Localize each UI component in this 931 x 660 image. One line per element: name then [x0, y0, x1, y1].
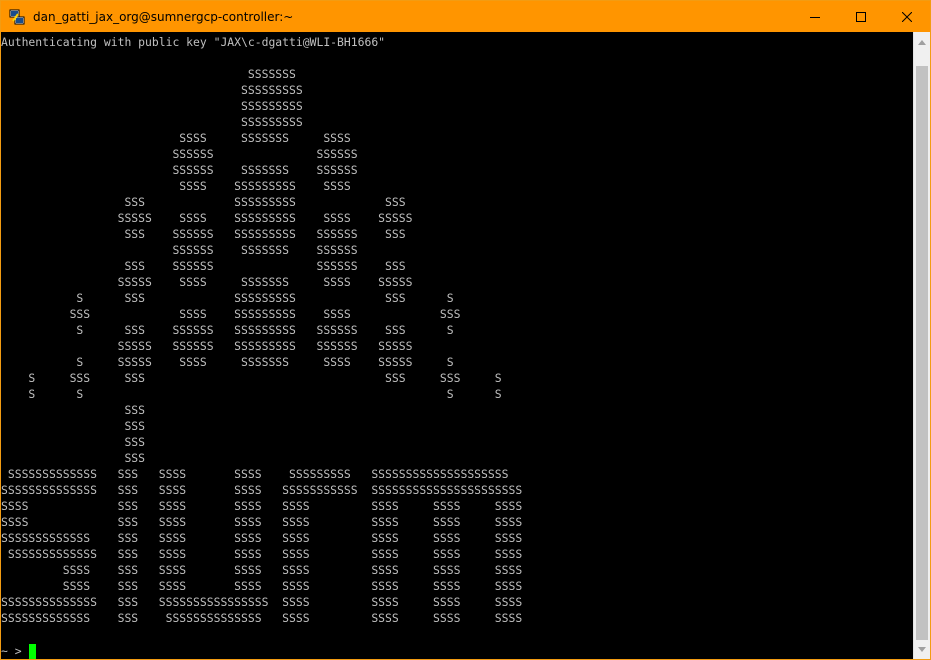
maximize-button[interactable]: [838, 1, 884, 32]
banner-line: S S S S: [28, 387, 502, 401]
banner-line: SSSSSS SSSSSSS SSSSSS: [172, 163, 358, 177]
shell-prompt: ~ >: [1, 644, 29, 658]
banner-line: SSS SSSSSSSSS SSS: [124, 195, 406, 209]
banner-line: SSSSSSSSSSSSS SSS SSSSSSSSSSSSSS SSSS SS…: [1, 611, 523, 625]
window-title: dan_gatti_jax_org@sumnergcp-controller:~: [33, 9, 294, 24]
banner-line: SSSSSSSSSSSSSS SSS SSSS SSSS SSSSSSSSSSS…: [1, 483, 523, 497]
banner-line: S SSSSS SSSS SSSSSSS SSSS SSSSS S: [76, 355, 454, 369]
minimize-icon: [810, 16, 820, 18]
auth-message: Authenticating with public key "JAX\c-dg…: [1, 35, 386, 49]
banner-line: SSSSSS SSSSSS: [172, 147, 358, 161]
banner-line: SSS SSSSSS SSSSSS SSS: [124, 259, 406, 273]
banner-line: SSSSS SSSS SSSSSSS SSSS SSSSS: [117, 275, 413, 289]
banner-line: SSSSS SSSS SSSSSSSSS SSSS SSSSS: [117, 211, 413, 225]
banner-line: SSSS SSSSSSS SSSS: [179, 131, 351, 145]
close-button[interactable]: [884, 1, 930, 32]
scroll-thumb[interactable]: [916, 66, 928, 640]
banner-line: SSSSSSSSSSSSS SSS SSSS SSSS SSSS SSSS SS…: [1, 531, 523, 545]
banner-line: SSS SSSS SSSSSSSSS SSSS SSS: [69, 307, 461, 321]
title-bar[interactable]: dan_gatti_jax_org@sumnergcp-controller:~: [1, 1, 930, 32]
banner-line: S SSS SSS SSS SSS S: [28, 371, 502, 385]
window-controls: [792, 1, 930, 32]
text-cursor: [29, 643, 37, 659]
banner-line: SSSSSSSSSSSSS SSS SSSS SSSS SSSS SSSS SS…: [7, 547, 523, 561]
banner-line: SSS: [124, 451, 146, 465]
banner-line: SSSSS SSSSSS SSSSSSSSS SSSSSS SSSSS: [117, 339, 413, 353]
banner-line: SSSSSSSSS: [241, 115, 303, 129]
banner-line: SSSSSSSSSSSSS SSS SSSS SSSS SSSSSSSSS SS…: [7, 467, 509, 481]
banner-line: SSSS SSSSSSSSS SSSS: [179, 179, 351, 193]
banner-line: SSSS SSS SSSS SSSS SSSS SSSS SSSS SSSS: [62, 563, 523, 577]
banner-line: SSSS SSS SSSS SSSS SSSS SSSS SSSS SSSS: [1, 499, 523, 513]
scroll-up-arrow-icon[interactable]: [914, 34, 930, 51]
banner-line: S SSS SSSSSSSSS SSS S: [76, 291, 454, 305]
banner-line: SSS: [124, 435, 146, 449]
putty-icon[interactable]: [9, 9, 25, 25]
vertical-scrollbar[interactable]: [913, 32, 930, 659]
banner-line: SSS SSSSSS SSSSSSSSS SSSSSS SSS: [124, 227, 406, 241]
ascii-banner: SSSSSSS SSSSSSSSS SSSSSSSSS SSSSSSSSS SS…: [1, 67, 522, 625]
minimize-button[interactable]: [792, 1, 838, 32]
banner-line: SSS: [124, 403, 146, 417]
banner-line: SSSSSSSSS: [241, 83, 303, 97]
banner-line: S SSS SSSSSS SSSSSSSSS SSSSSS SSS S: [76, 323, 454, 337]
close-icon: [902, 11, 912, 22]
banner-line: SSSS SSS SSSS SSSS SSSS SSSS SSSS SSSS: [62, 579, 523, 593]
banner-line: SSSSSSSSS: [241, 99, 303, 113]
terminal-screen[interactable]: Authenticating with public key "JAX\c-dg…: [1, 32, 913, 659]
banner-line: SSS: [124, 419, 146, 433]
terminal-window: dan_gatti_jax_org@sumnergcp-controller:~…: [0, 0, 931, 660]
banner-line: SSSS SSS SSSS SSSS SSSS SSSS SSSS SSSS: [1, 515, 523, 529]
maximize-icon: [856, 11, 866, 22]
banner-line: SSSSSSSSSSSSSS SSS SSSSSSSSSSSSSSSS SSSS…: [1, 595, 523, 609]
banner-line: SSSSSSS: [247, 67, 296, 81]
scroll-down-arrow-icon[interactable]: [914, 641, 930, 658]
banner-line: SSSSSS SSSSSSS SSSSSS: [172, 243, 358, 257]
terminal-output: Authenticating with public key "JAX\c-dg…: [1, 34, 522, 626]
prompt-line[interactable]: ~ >: [1, 643, 37, 659]
